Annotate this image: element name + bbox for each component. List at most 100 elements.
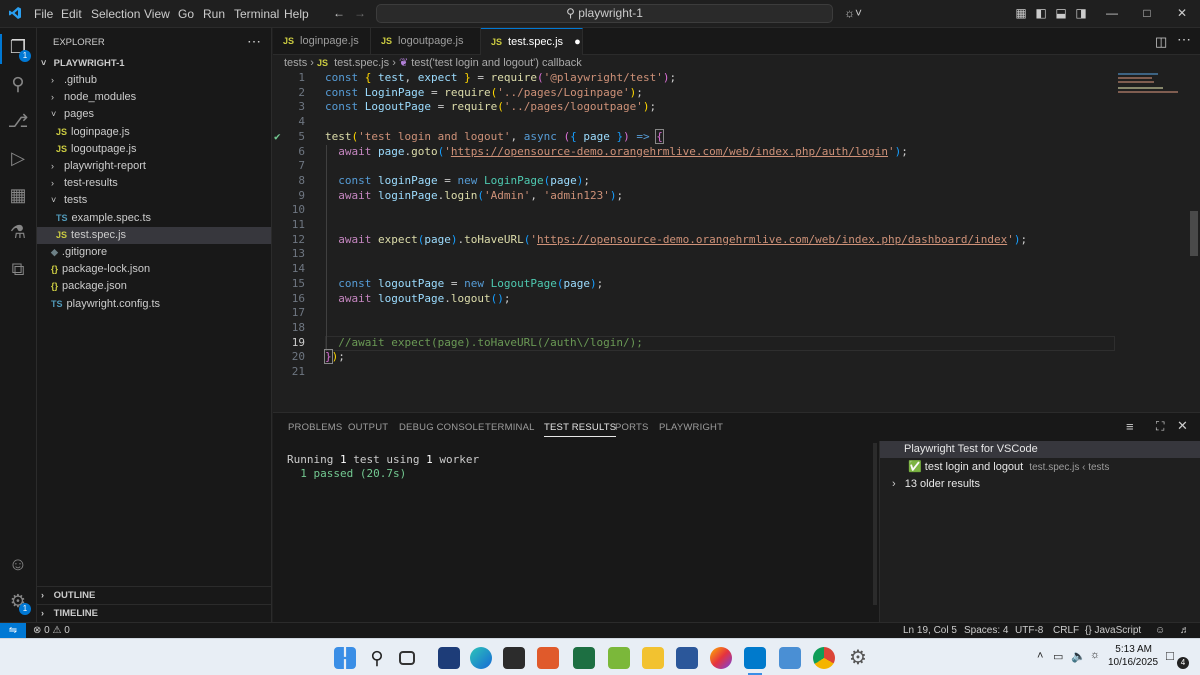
breadcrumb-folder[interactable]: tests xyxy=(284,57,307,69)
tree-item[interactable]: TS playwright.config.ts xyxy=(37,296,271,313)
testing-icon[interactable]: ⚗ xyxy=(7,221,29,243)
tab-logoutpage[interactable]: JS logoutpage.js xyxy=(371,28,481,55)
line-ending[interactable]: CRLF xyxy=(1053,625,1079,636)
word-icon[interactable] xyxy=(676,647,698,669)
workspace-root[interactable]: ˅ PLAYWRIGHT-1 xyxy=(37,55,271,72)
tree-item[interactable]: ˅ pages xyxy=(37,106,271,123)
tab-debug-console[interactable]: DEBUG CONSOLE xyxy=(399,422,484,433)
menu-terminal[interactable]: Terminal xyxy=(234,7,279,21)
tree-item[interactable]: JS logoutpage.js xyxy=(37,141,271,158)
tree-item[interactable]: ◆ .gitignore xyxy=(37,244,271,261)
tree-item[interactable]: JS loginpage.js xyxy=(37,124,271,141)
windows-start-icon[interactable] xyxy=(334,647,356,669)
unsaved-dot-icon[interactable]: ● xyxy=(574,36,581,48)
code-editor[interactable]: 1 2 3 4 5 6 7 8 9 10 11 12 13 14 15 16 17 18 19 20 21 ✔ cons… xyxy=(273,71,1200,411)
tree-item[interactable]: › test-results xyxy=(37,175,271,192)
vscode-taskbar-icon[interactable] xyxy=(744,647,766,669)
result-row[interactable]: ✅ test login and logout test.spec.js ‹ t… xyxy=(908,460,1109,475)
tab-terminal[interactable]: TERMINAL xyxy=(485,422,535,433)
minimize-icon[interactable]: — xyxy=(1105,6,1119,20)
volume-icon[interactable]: 🔈 xyxy=(1071,649,1086,663)
tab-ports[interactable]: PORTS xyxy=(615,422,649,433)
file-explorer-icon[interactable] xyxy=(642,647,664,669)
close-icon[interactable]: ✕ xyxy=(1175,6,1189,20)
tree-item[interactable]: TS example.spec.ts xyxy=(37,210,271,227)
older-results-row[interactable]: › 13 older results xyxy=(892,477,980,491)
task-view-icon[interactable] xyxy=(399,651,415,665)
remote-indicator[interactable]: ⇋ xyxy=(0,623,26,638)
menu-edit[interactable]: Edit xyxy=(61,7,82,21)
menu-go[interactable]: Go xyxy=(178,7,194,21)
tree-item[interactable]: › .github xyxy=(37,72,271,89)
menu-help[interactable]: Help xyxy=(284,7,309,21)
tree-item[interactable]: {} package-lock.json xyxy=(37,261,271,278)
tree-item[interactable]: › playwright-report xyxy=(37,158,271,175)
forward-arrow-icon[interactable]: → xyxy=(353,6,367,20)
customize-layout-icon[interactable]: ▦ xyxy=(1014,6,1028,20)
notepad-plus-icon[interactable] xyxy=(608,647,630,669)
battery-icon[interactable]: ▭ xyxy=(1053,650,1063,663)
close-panel-icon[interactable]: ✕ xyxy=(1177,418,1188,434)
split-editor-icon[interactable]: ◫ xyxy=(1155,34,1167,50)
clear-results-icon[interactable]: ≡ xyxy=(1126,419,1134,434)
extensions-icon[interactable]: ▦ xyxy=(7,184,29,206)
office-icon[interactable] xyxy=(537,647,559,669)
firefox-icon[interactable] xyxy=(710,647,732,669)
account-icon[interactable]: ☺ xyxy=(7,553,29,575)
menu-file[interactable]: File xyxy=(34,7,53,21)
toggle-panel-icon[interactable]: ⬓ xyxy=(1054,6,1068,20)
outline-section[interactable]: › OUTLINE xyxy=(37,586,271,603)
more-actions-icon[interactable]: ⋯ xyxy=(1177,31,1191,48)
vertical-scrollbar[interactable] xyxy=(1190,211,1198,256)
tab-playwright[interactable]: PLAYWRIGHT xyxy=(659,422,723,433)
back-arrow-icon[interactable]: ← xyxy=(332,6,346,20)
results-header[interactable]: Playwright Test for VSCode xyxy=(880,441,1200,458)
language-mode[interactable]: {} JavaScript xyxy=(1085,625,1141,636)
chrome-icon[interactable] xyxy=(813,647,835,669)
search-icon[interactable]: ⚲ xyxy=(366,647,388,669)
tab-problems[interactable]: PROBLEMS xyxy=(288,422,342,433)
source-control-icon[interactable]: ⎇ xyxy=(7,110,29,132)
language-icon[interactable]: ☼ xyxy=(1090,649,1100,661)
search-icon[interactable]: ⚲ xyxy=(7,73,29,95)
notification-center-icon[interactable]: □ xyxy=(1166,648,1174,663)
encoding[interactable]: UTF-8 xyxy=(1015,625,1043,636)
menu-run[interactable]: Run xyxy=(203,7,225,21)
copilot-status-icon[interactable]: ☺ xyxy=(1155,625,1165,636)
toggle-sidebar-icon[interactable]: ◧ xyxy=(1034,6,1048,20)
tab-output[interactable]: OUTPUT xyxy=(348,422,388,433)
more-actions-icon[interactable]: ⋯ xyxy=(247,33,261,50)
tab-loginpage[interactable]: JS loginpage.js xyxy=(273,28,371,55)
output-scrollbar[interactable] xyxy=(873,443,877,605)
maximize-icon[interactable]: □ xyxy=(1140,6,1154,20)
store-icon[interactable] xyxy=(503,647,525,669)
run-debug-icon[interactable]: ▷ xyxy=(7,147,29,169)
remote-explorer-icon[interactable]: ⧉ xyxy=(7,258,29,280)
timeline-section[interactable]: › TIMELINE xyxy=(37,604,271,621)
tab-test-spec[interactable]: JS test.spec.js ● xyxy=(481,28,583,55)
tab-test-results[interactable]: TEST RESULTS xyxy=(544,422,617,437)
tree-item[interactable]: ˅ tests xyxy=(37,192,271,209)
menu-selection[interactable]: Selection xyxy=(91,7,140,21)
copilot-icon[interactable]: ☼˅ xyxy=(843,6,863,20)
cursor-position[interactable]: Ln 19, Col 5 xyxy=(903,625,957,636)
maximize-panel-icon[interactable]: ⛶ xyxy=(1156,419,1164,434)
indentation[interactable]: Spaces: 4 xyxy=(964,625,1008,636)
excel-icon[interactable] xyxy=(573,647,595,669)
tree-item[interactable]: JS test.spec.js xyxy=(37,226,271,244)
problems-indicator[interactable]: ⊗ 0 ⚠ 0 xyxy=(33,625,70,636)
system-clock[interactable]: 5:13 AM 10/16/2025 xyxy=(1108,643,1158,669)
command-center-search[interactable]: ⚲ playwright-1 xyxy=(376,4,833,23)
breadcrumb-symbol[interactable]: test('test login and logout') callback xyxy=(411,57,582,69)
toggle-secondary-sidebar-icon[interactable]: ◨ xyxy=(1074,6,1088,20)
widgets-icon[interactable] xyxy=(438,647,460,669)
minimap[interactable] xyxy=(1118,71,1188,101)
breadcrumb-file[interactable]: test.spec.js xyxy=(334,57,389,69)
notifications-bell-icon[interactable]: ♬ xyxy=(1180,625,1190,636)
test-passed-icon[interactable]: ✔ xyxy=(274,130,281,143)
menu-view[interactable]: View xyxy=(144,7,170,21)
tree-item[interactable]: › node_modules xyxy=(37,89,271,106)
notepad-icon[interactable] xyxy=(779,647,801,669)
show-hidden-icons[interactable]: ˄ xyxy=(1037,650,1043,662)
edge-browser-icon[interactable] xyxy=(470,647,492,669)
